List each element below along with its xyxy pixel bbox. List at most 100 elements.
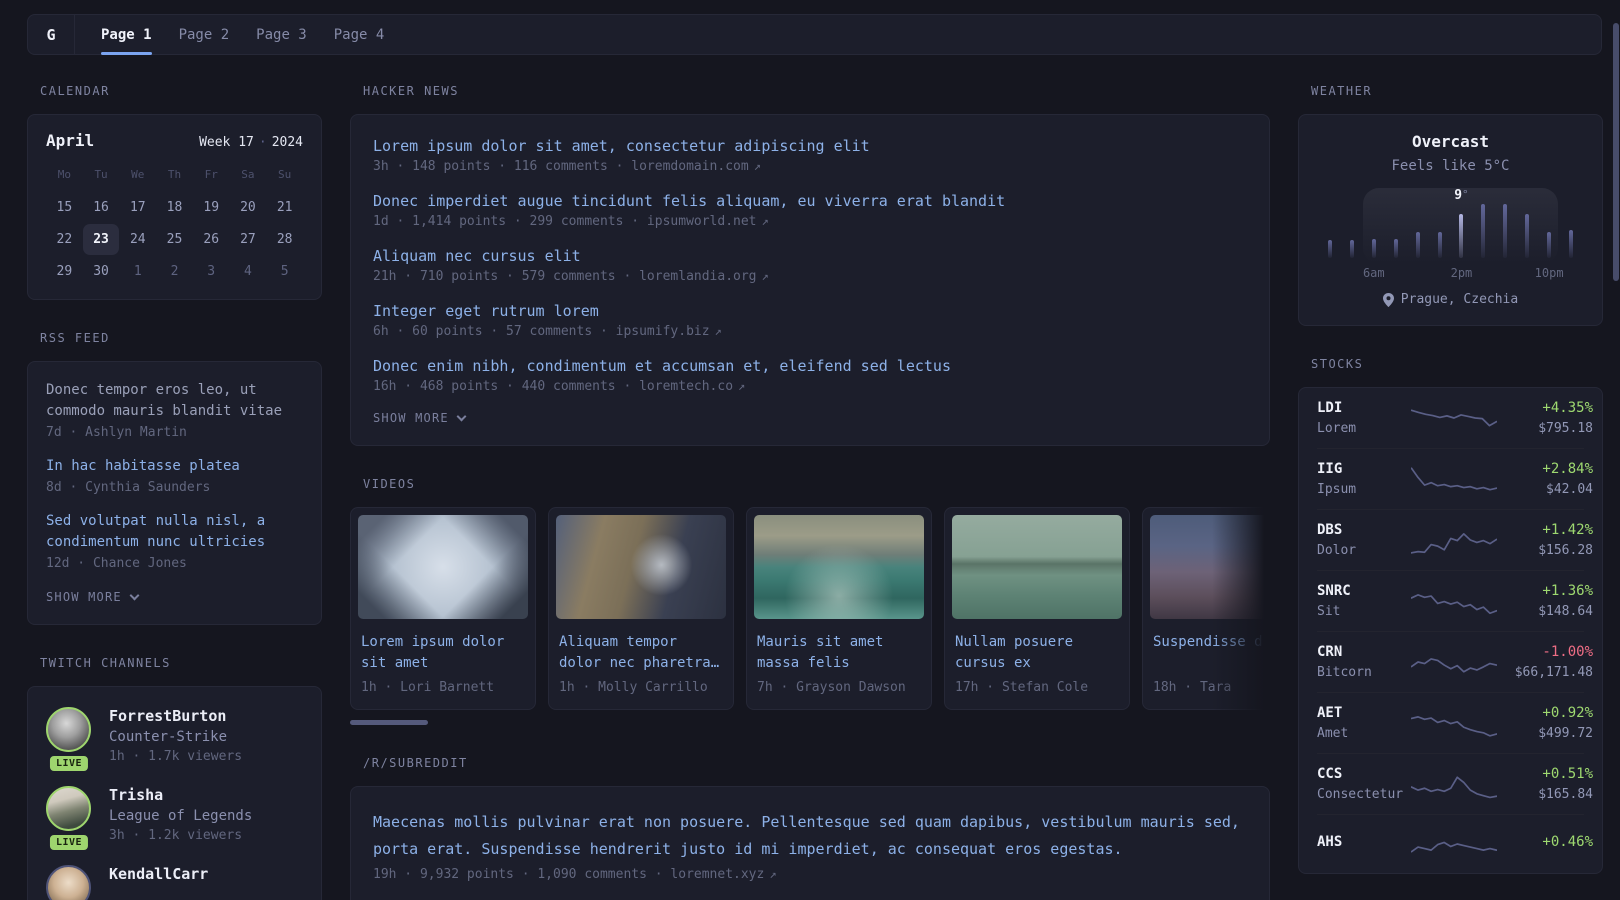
stock-row[interactable]: SNRC Sit +1.36% $148.64: [1317, 570, 1593, 631]
tab-page-1[interactable]: Page 1: [101, 15, 152, 55]
calendar-day: 22: [56, 232, 73, 247]
external-link-icon: ↗: [714, 324, 722, 338]
page-scrollbar-thumb[interactable]: [1613, 23, 1619, 281]
twitch-channel-info: Trisha League of Legends 3h · 1.2k viewers: [109, 786, 252, 843]
video-card[interactable]: Suspendisse diam 18h · Tara: [1142, 507, 1270, 710]
stock-ticker[interactable]: DBS: [1317, 522, 1411, 538]
calendar-day: 30: [93, 264, 109, 279]
twitch-channel[interactable]: LIVE Trisha League of Legends 3h · 1.2k vie…: [46, 786, 303, 852]
weather-bar: [1437, 231, 1442, 258]
stock-price: $795.18: [1538, 421, 1593, 436]
hacker-news-item-title[interactable]: Lorem ipsum dolor sit amet, consectetur …: [373, 136, 1247, 157]
video-thumbnail: [952, 515, 1122, 619]
weather-bar-slot: [1363, 204, 1385, 258]
sparkline-chart: [1411, 841, 1497, 853]
hacker-news-widget: HACKER NEWS Lorem ipsum dolor sit amet, …: [350, 84, 1270, 446]
stock-row[interactable]: CRN Bitcorn -1.00% $66,171.48: [1317, 631, 1593, 692]
tab-page-2[interactable]: Page 2: [179, 15, 230, 54]
stock-ticker[interactable]: IIG: [1317, 461, 1411, 477]
twitch-channel[interactable]: KendallCarr: [46, 865, 303, 900]
stock-values: -1.00% $66,171.48: [1497, 644, 1593, 680]
avatar-image: [46, 786, 91, 831]
video-card[interactable]: Aliquam tempor dolor nec pharetra… 1h · M…: [548, 507, 734, 710]
stock-ticker[interactable]: SNRC: [1317, 583, 1411, 599]
weather-bar: [1349, 239, 1354, 258]
weather-bar: [1393, 238, 1398, 258]
twitch-channel-name[interactable]: Trisha: [109, 786, 252, 804]
video-card[interactable]: Nullam posuere cursus ex 17h · Stefan Col…: [944, 507, 1130, 710]
stock-ticker[interactable]: CCS: [1317, 766, 1411, 782]
rss-item-title[interactable]: Sed volutpat nulla nisl, a condimentum n…: [46, 511, 303, 553]
calendar-day-selected: 23: [82, 224, 120, 255]
stock-sparkline: [1411, 706, 1497, 740]
calendar-weekday: Tu: [94, 168, 108, 181]
hacker-news-item-meta: 6h · 60 points · 57 comments · ipsumify.…: [373, 324, 1247, 339]
rss-item-title[interactable]: Donec tempor eros leo, ut commodo mauris…: [46, 380, 303, 422]
hacker-news-section-title: HACKER NEWS: [363, 84, 459, 98]
stock-row[interactable]: DBS Dolor +1.42% $156.28: [1317, 509, 1593, 570]
rss-show-more-button[interactable]: SHOW MORE: [46, 590, 303, 604]
hacker-news-item-title[interactable]: Integer eget rutrum lorem: [373, 301, 1247, 322]
stock-ticker[interactable]: LDI: [1317, 400, 1411, 416]
rss-item-title[interactable]: In hac habitasse platea: [46, 456, 303, 477]
twitch-channel-meta: 1h · 1.7k viewers: [109, 749, 243, 764]
twitch-channel[interactable]: LIVE ForrestBurton Counter-Strike 1h · 1.7k…: [46, 707, 303, 773]
twitch-channel-name[interactable]: KendallCarr: [109, 865, 208, 883]
calendar-day: 26: [203, 232, 220, 247]
video-title[interactable]: Aliquam tempor dolor nec pharetra…: [556, 632, 726, 674]
stock-change: +0.46%: [1542, 833, 1593, 850]
hacker-news-item-title[interactable]: Donec imperdiet augue tincidunt felis al…: [373, 191, 1247, 212]
page-tabs: Page 1 Page 2 Page 3 Page 4: [75, 15, 410, 55]
tab-page-3[interactable]: Page 3: [256, 15, 307, 54]
stock-row[interactable]: LDI Lorem +4.35% $795.18: [1317, 388, 1593, 448]
weather-bar-slot: [1472, 204, 1494, 258]
stock-name: Bitcorn: [1317, 665, 1372, 680]
rss-card: Donec tempor eros leo, ut commodo mauris…: [27, 361, 322, 625]
stock-values: +0.46%: [1497, 834, 1593, 855]
video-card[interactable]: Mauris sit amet massa felis 7h · Grayson …: [746, 507, 932, 710]
stock-info: IIG Ipsum: [1317, 461, 1411, 497]
stock-row[interactable]: CCS Consectetur +0.51% $165.84: [1317, 753, 1593, 814]
subreddit-post-meta: 19h · 9,932 points · 1,090 comments · lo…: [373, 867, 1247, 882]
stocks-card: LDI Lorem +4.35% $795.18 IIG Ipsum +2.84% $42.0…: [1298, 387, 1603, 874]
video-meta: 1h · Molly Carrillo: [559, 680, 708, 695]
weather-bar: [1371, 238, 1376, 258]
stock-ticker[interactable]: AET: [1317, 705, 1411, 721]
rss-item: Donec tempor eros leo, ut commodo mauris…: [46, 380, 303, 440]
calendar-day: 3: [207, 264, 216, 279]
weather-bar: [1525, 213, 1530, 258]
home-logo[interactable]: G: [28, 15, 75, 54]
stock-info: DBS Dolor: [1317, 522, 1411, 558]
videos-scrollbar-thumb[interactable]: [350, 720, 428, 725]
stock-ticker[interactable]: CRN: [1317, 644, 1411, 660]
hacker-news-show-more-button[interactable]: SHOW MORE: [373, 411, 1247, 425]
twitch-channel-name[interactable]: ForrestBurton: [109, 707, 242, 725]
stock-ticker[interactable]: AHS: [1317, 834, 1411, 850]
video-title[interactable]: Mauris sit amet massa felis: [754, 632, 924, 674]
stock-change: +4.35%: [1542, 400, 1593, 416]
hacker-news-item-title[interactable]: Donec enim nibh, condimentum et accumsan…: [373, 356, 1247, 377]
video-title[interactable]: Suspendisse diam: [1150, 632, 1270, 674]
stock-row[interactable]: AHS +0.46%: [1317, 814, 1593, 873]
video-thumbnail: [556, 515, 726, 619]
hacker-news-item-title[interactable]: Aliquam nec cursus elit: [373, 246, 1247, 267]
video-title[interactable]: Lorem ipsum dolor sit amet consectetu…: [358, 632, 528, 674]
stock-info: CRN Bitcorn: [1317, 644, 1411, 680]
hacker-news-item: Lorem ipsum dolor sit amet, consectetur …: [373, 136, 1247, 174]
hacker-news-item-meta-text: 16h · 468 points · 440 comments · loremt…: [373, 379, 734, 394]
external-link-icon: ↗: [761, 214, 769, 228]
calendar-widget: CALENDAR April Week 17 · 2024 Mo Tu We Th Fr Sa…: [27, 84, 322, 300]
stock-change: +1.36%: [1542, 583, 1593, 599]
video-card[interactable]: Lorem ipsum dolor sit amet consectetu… 1h…: [350, 507, 536, 710]
stock-values: +0.92% $499.72: [1497, 705, 1593, 741]
subreddit-post-title[interactable]: Maecenas mollis pulvinar erat non posuer…: [373, 809, 1247, 863]
stock-row[interactable]: IIG Ipsum +2.84% $42.04: [1317, 448, 1593, 509]
stock-row[interactable]: AET Amet +0.92% $499.72: [1317, 692, 1593, 753]
rss-item: In hac habitasse platea 8d · Cynthia Saun…: [46, 456, 303, 495]
video-title[interactable]: Nullam posuere cursus ex: [952, 632, 1122, 674]
calendar-day: 5: [280, 264, 289, 279]
calendar-day: 19: [203, 200, 220, 215]
stock-price: $165.84: [1538, 787, 1593, 802]
hacker-news-items: Lorem ipsum dolor sit amet, consectetur …: [373, 136, 1247, 394]
tab-page-4[interactable]: Page 4: [334, 15, 385, 54]
